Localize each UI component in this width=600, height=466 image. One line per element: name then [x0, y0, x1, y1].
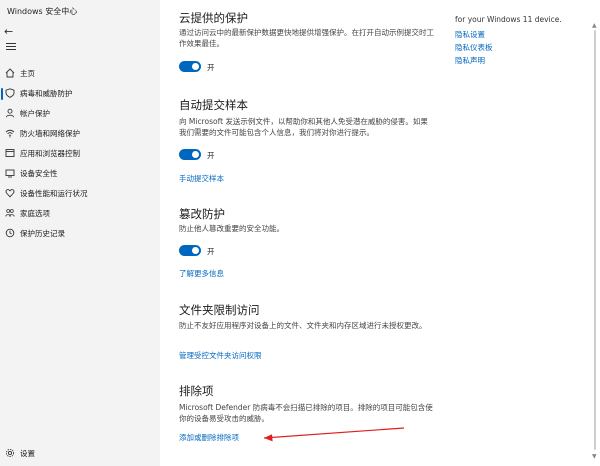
back-arrow-icon[interactable]: ←: [4, 24, 20, 40]
tamper-desc: 防止他人篡改重要的安全功能。: [179, 224, 284, 233]
window-title: Windows 安全中心: [7, 7, 78, 16]
sidebar-item-firewall[interactable]: 防火墙和网络保护: [0, 124, 160, 144]
sidebar-item-account[interactable]: 帐户保护: [0, 104, 160, 124]
folder-access-desc: 防止不友好应用程序对设备上的文件、文件夹和内存区域进行未授权更改。: [179, 321, 427, 330]
sidebar-item-device-security[interactable]: 设备安全性: [0, 164, 160, 184]
cloud-protection-desc: 通过访问云中的最新保护数据更快地提供增强保护。在打开自动示例提交时工作效果最佳。: [179, 28, 434, 48]
right-panel-text: for your Windows 11 device.: [455, 15, 562, 24]
sidebar-item-label: 保护历史记录: [20, 229, 65, 238]
privacy-dashboard-link[interactable]: 隐私仪表板: [455, 42, 493, 53]
sidebar-item-label: 设置: [20, 449, 35, 458]
scroll-down-icon[interactable]: ▼: [592, 453, 598, 460]
history-icon: [5, 228, 15, 238]
sidebar-item-settings[interactable]: 设置: [0, 444, 160, 464]
heart-icon: [5, 189, 15, 198]
cloud-protection-toggle[interactable]: [179, 61, 201, 72]
tamper-toggle-state: 开: [207, 247, 215, 256]
privacy-statement-link[interactable]: 隐私声明: [455, 55, 485, 66]
learn-more-link[interactable]: 了解更多信息: [179, 268, 224, 279]
sidebar-item-label: 设备性能和运行状况: [20, 189, 88, 198]
auto-sample-toggle-state: 开: [207, 151, 215, 160]
folder-access-title: 文件夹限制访问: [179, 303, 260, 317]
device-icon: [5, 169, 15, 178]
sidebar-item-label: 家庭选项: [20, 209, 50, 218]
active-indicator: [1, 88, 3, 100]
manage-folder-access-link[interactable]: 管理受控文件夹访问权限: [179, 350, 262, 361]
vertical-scrollbar[interactable]: [594, 30, 596, 450]
sidebar-item-family[interactable]: 家庭选项: [0, 204, 160, 224]
submit-sample-link[interactable]: 手动提交样本: [179, 173, 224, 184]
sidebar-item-virus-protection[interactable]: 病毒和威胁防护: [0, 84, 160, 104]
scroll-up-icon[interactable]: ▲: [592, 22, 598, 29]
sidebar-item-label: 防火墙和网络保护: [20, 129, 80, 138]
sidebar: ← 主页 病毒和威胁防护 帐户保护 防火墙和网络保护 应用和浏览器控制 设备安全…: [0, 24, 160, 466]
privacy-settings-link[interactable]: 隐私设置: [455, 29, 485, 40]
app-window-icon: [5, 149, 15, 157]
auto-sample-title: 自动提交样本: [179, 98, 248, 112]
sidebar-item-label: 病毒和威胁防护: [20, 89, 73, 98]
sidebar-item-app-browser[interactable]: 应用和浏览器控制: [0, 144, 160, 164]
add-remove-exclusions-link[interactable]: 添加或删除排除项: [179, 432, 239, 443]
exclusions-desc: Microsoft Defender 防病毒不会扫描已排除的项目。排除的项目可能…: [179, 403, 433, 423]
gear-icon: [5, 448, 15, 458]
sidebar-item-label: 应用和浏览器控制: [20, 149, 80, 158]
auto-sample-desc: 向 Microsoft 发送示例文件，以帮助你和其他人免受潜在威胁的侵害。如果我…: [179, 117, 428, 137]
auto-sample-toggle[interactable]: [179, 149, 201, 160]
tamper-toggle[interactable]: [179, 245, 201, 256]
cloud-protection-title: 云提供的保护: [179, 11, 248, 25]
person-icon: [6, 108, 14, 118]
exclusions-title: 排除项: [179, 384, 214, 398]
shield-icon: [5, 88, 15, 98]
sidebar-item-device-health[interactable]: 设备性能和运行状况: [0, 184, 160, 204]
hamburger-icon[interactable]: [4, 40, 20, 54]
tamper-title: 篡改防护: [179, 207, 225, 221]
sidebar-item-label: 帐户保护: [20, 109, 50, 118]
sidebar-item-label: 主页: [20, 69, 35, 78]
sidebar-item-home[interactable]: 主页: [0, 64, 160, 84]
wifi-icon: [5, 129, 15, 138]
cloud-protection-toggle-state: 开: [207, 63, 215, 72]
sidebar-item-history[interactable]: 保护历史记录: [0, 224, 160, 244]
family-icon: [5, 209, 15, 217]
sidebar-item-label: 设备安全性: [20, 169, 58, 178]
home-icon: [5, 68, 15, 78]
